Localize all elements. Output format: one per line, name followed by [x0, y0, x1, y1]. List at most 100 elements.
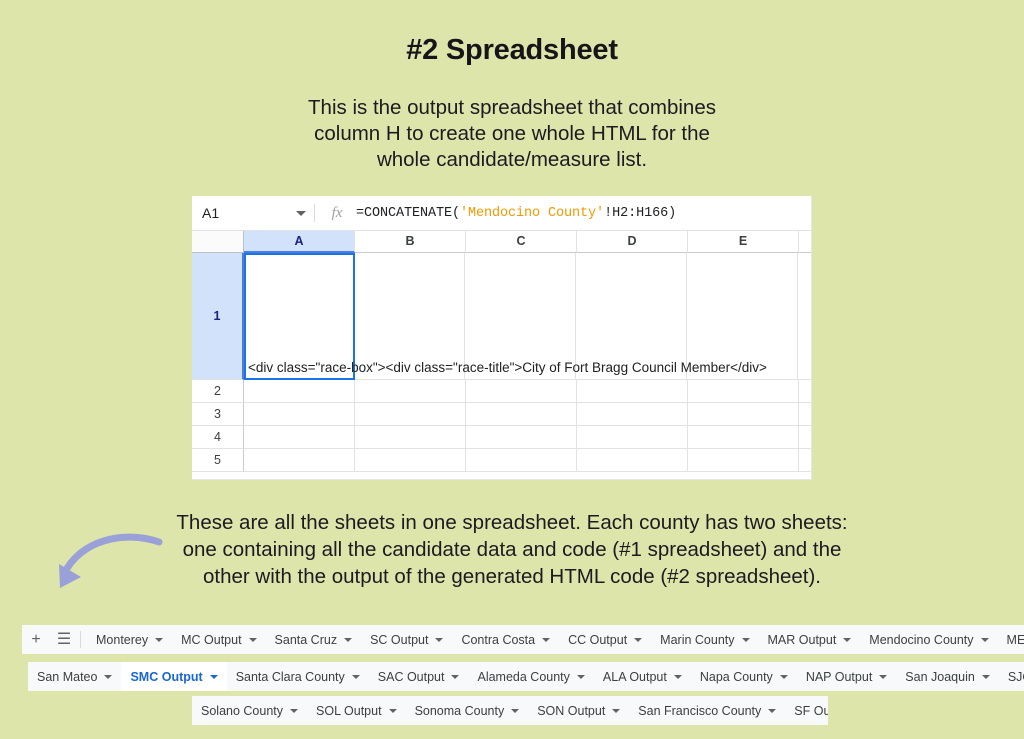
chevron-down-icon[interactable]: [981, 674, 990, 679]
cell-e3[interactable]: [688, 403, 799, 426]
sheet-tab-ala-output[interactable]: ALA Output: [594, 662, 691, 691]
select-all-corner[interactable]: [192, 231, 244, 253]
chevron-down-icon[interactable]: [542, 637, 551, 642]
sheet-tab-mendocino-county[interactable]: Mendocino County: [860, 625, 997, 654]
cell-e4[interactable]: [688, 426, 799, 449]
chevron-down-icon[interactable]: [435, 637, 444, 642]
cell-e2[interactable]: [688, 380, 799, 403]
sheet-tab-label: SAC Output: [377, 669, 445, 684]
sheet-tab-label: NAP Output: [805, 669, 873, 684]
cell-b2[interactable]: [355, 380, 466, 403]
sheet-tab-santa-clara-county[interactable]: Santa Clara County: [227, 662, 369, 691]
chevron-down-icon[interactable]: [879, 674, 888, 679]
cell-c5[interactable]: [466, 449, 577, 472]
sheet-tab-cc-output[interactable]: CC Output: [559, 625, 651, 654]
cell-b4[interactable]: [355, 426, 466, 449]
cell-a3[interactable]: [244, 403, 355, 426]
cell-d4[interactable]: [577, 426, 688, 449]
chevron-down-icon[interactable]: [612, 708, 621, 713]
chevron-down-icon[interactable]: [843, 637, 852, 642]
cell-e5[interactable]: [688, 449, 799, 472]
cell-f2[interactable]: [799, 380, 811, 403]
sheet-tab-nap-output[interactable]: NAP Output: [797, 662, 896, 691]
chevron-down-icon[interactable]: [296, 210, 306, 216]
sheet-tab-santa-cruz[interactable]: Santa Cruz: [266, 625, 362, 654]
cell-c1[interactable]: [465, 253, 576, 380]
sheet-tab-contra-costa[interactable]: Contra Costa: [452, 625, 559, 654]
column-header-a[interactable]: A: [244, 231, 355, 253]
chevron-down-icon[interactable]: [104, 674, 113, 679]
cell-a1[interactable]: <div class="race-box"><div class="race-t…: [244, 253, 767, 380]
sheet-tab-alameda-county[interactable]: Alameda County: [468, 662, 593, 691]
cell-a4[interactable]: [244, 426, 355, 449]
sheet-tab-marin-county[interactable]: Marin County: [651, 625, 758, 654]
chevron-down-icon[interactable]: [351, 674, 360, 679]
cell-f4[interactable]: [799, 426, 811, 449]
sheet-tab-mc-output[interactable]: MC Output: [172, 625, 265, 654]
cell-b1[interactable]: [354, 253, 465, 380]
function-fx-icon[interactable]: fx: [326, 205, 348, 222]
chevron-down-icon[interactable]: [779, 674, 788, 679]
chevron-down-icon[interactable]: [511, 708, 520, 713]
sheet-tab-san-joaquin[interactable]: San Joaquin: [896, 662, 999, 691]
sheet-tab-men-output[interactable]: MEN Output: [998, 625, 1024, 654]
chevron-down-icon[interactable]: [451, 674, 460, 679]
chevron-down-icon[interactable]: [673, 674, 682, 679]
chevron-down-icon[interactable]: [155, 637, 164, 642]
cell-c3[interactable]: [466, 403, 577, 426]
row-header-2[interactable]: 2: [192, 380, 244, 403]
all-sheets-icon[interactable]: ☰: [50, 625, 78, 654]
cell-f3[interactable]: [799, 403, 811, 426]
sheet-tab-sac-output[interactable]: SAC Output: [369, 662, 469, 691]
cell-f1[interactable]: [798, 253, 811, 380]
chevron-down-icon[interactable]: [388, 708, 397, 713]
sheet-tab-monterey[interactable]: Monterey: [87, 625, 172, 654]
column-header-c[interactable]: C: [466, 231, 577, 253]
cell-d1[interactable]: [576, 253, 687, 380]
row-header-4[interactable]: 4: [192, 426, 244, 449]
add-sheet-icon[interactable]: +: [22, 625, 50, 654]
chevron-down-icon[interactable]: [344, 637, 353, 642]
cell-b3[interactable]: [355, 403, 466, 426]
sheet-tab-sjq-output[interactable]: SJQ Output: [999, 662, 1024, 691]
chevron-down-icon[interactable]: [290, 708, 299, 713]
sheet-tab-mar-output[interactable]: MAR Output: [759, 625, 861, 654]
sheet-tab-solano-county[interactable]: Solano County: [192, 696, 307, 725]
sheet-tab-sol-output[interactable]: SOL Output: [307, 696, 406, 725]
sheet-tab-san-mateo[interactable]: San Mateo: [28, 662, 121, 691]
cell-a2[interactable]: [244, 380, 355, 403]
cell-d3[interactable]: [577, 403, 688, 426]
sheet-tab-sc-output[interactable]: SC Output: [361, 625, 452, 654]
column-header-f-partial[interactable]: [799, 231, 811, 253]
name-box[interactable]: A1: [202, 205, 314, 221]
sheet-tab-son-output[interactable]: SON Output: [528, 696, 629, 725]
chevron-down-icon[interactable]: [741, 637, 750, 642]
sheet-tab-smc-output[interactable]: SMC Output: [121, 662, 227, 691]
row-header-3[interactable]: 3: [192, 403, 244, 426]
row-header-5[interactable]: 5: [192, 449, 244, 472]
formula-input[interactable]: =CONCATENATE('Mendocino County'!H2:H166): [356, 206, 676, 221]
chevron-down-icon[interactable]: [248, 637, 257, 642]
cell-c2[interactable]: [466, 380, 577, 403]
chevron-down-icon[interactable]: [634, 637, 643, 642]
sheet-tab-napa-county[interactable]: Napa County: [691, 662, 797, 691]
chevron-down-icon[interactable]: [576, 674, 585, 679]
chevron-down-icon[interactable]: [209, 674, 218, 679]
column-header-d[interactable]: D: [577, 231, 688, 253]
sheet-tab-sonoma-county[interactable]: Sonoma County: [406, 696, 529, 725]
cell-a5[interactable]: [244, 449, 355, 472]
sheet-tab-row-3: Solano County SOL Output Sonoma County S…: [192, 696, 828, 725]
column-header-e[interactable]: E: [688, 231, 799, 253]
cell-e1[interactable]: [687, 253, 798, 380]
sheet-tab-sf-output[interactable]: SF Output: [785, 696, 828, 725]
sheet-tab-san-francisco-county[interactable]: San Francisco County: [629, 696, 785, 725]
cell-f5[interactable]: [799, 449, 811, 472]
column-header-b[interactable]: B: [355, 231, 466, 253]
chevron-down-icon[interactable]: [768, 708, 777, 713]
cell-d2[interactable]: [577, 380, 688, 403]
cell-c4[interactable]: [466, 426, 577, 449]
cell-d5[interactable]: [577, 449, 688, 472]
chevron-down-icon[interactable]: [980, 637, 989, 642]
row-header-1[interactable]: 1: [192, 253, 244, 380]
cell-b5[interactable]: [355, 449, 466, 472]
